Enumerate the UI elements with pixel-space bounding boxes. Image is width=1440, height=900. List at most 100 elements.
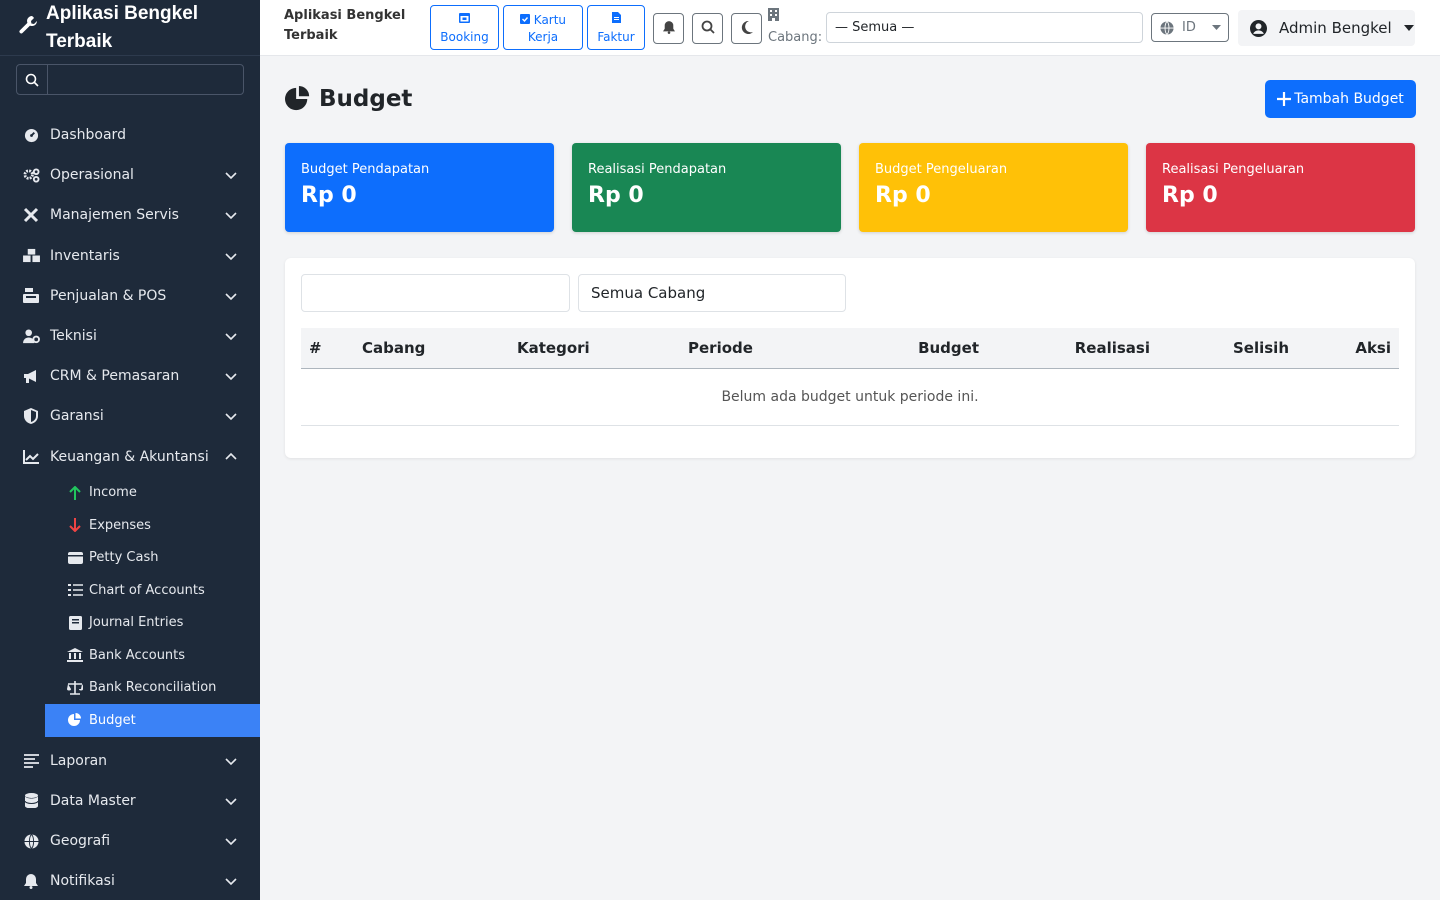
period-filter-input[interactable]: [301, 274, 570, 312]
arrow-down-icon: [67, 517, 83, 533]
language-value: ID: [1182, 20, 1196, 35]
sidebar-item-penjualan-pos[interactable]: Penjualan & POS: [0, 276, 260, 316]
sidebar-item-operasional[interactable]: Operasional: [0, 155, 260, 195]
column-header: Realisasi: [1074, 339, 1150, 357]
gears-icon: [22, 167, 40, 183]
moon-icon: [741, 19, 753, 38]
chevron-up-icon: [225, 452, 237, 460]
summary-card-budget-pengeluaran: Budget Pengeluaran Rp 0: [859, 143, 1128, 232]
chevron-down-icon: [225, 878, 237, 886]
sidebar-item-label: Penjualan & POS: [50, 287, 167, 304]
user-name: Admin Bengkel: [1279, 19, 1392, 37]
pie-chart-icon: [67, 712, 83, 728]
building-icon: [768, 8, 822, 28]
column-header: Kategori: [517, 339, 590, 357]
calendar-icon: [431, 10, 498, 28]
sidebar-subitem-journal-entries[interactable]: Journal Entries: [45, 607, 260, 640]
chevron-down-icon: [225, 253, 237, 260]
empty-state-message: Belum ada budget untuk periode ini.: [301, 369, 1399, 426]
bank-icon: [67, 647, 83, 663]
sidebar-item-label: Operasional: [50, 167, 134, 184]
sidebar-menu: Dashboard Operasional Manajemen Servis I…: [0, 115, 260, 900]
chevron-down-icon: [225, 758, 237, 765]
finance-submenu: Income Expenses Petty Cash Chart of Acco…: [0, 477, 260, 737]
sidebar-item-manajemen-servis[interactable]: Manajemen Servis: [0, 195, 260, 235]
shield-icon: [22, 408, 40, 425]
search-icon: [17, 65, 48, 94]
bell-icon: [662, 19, 675, 38]
column-header: Cabang: [362, 339, 426, 357]
sidebar-item-label: Keuangan & Akuntansi: [50, 448, 209, 465]
column-header: Aksi: [1355, 339, 1391, 357]
sidebar-search-input[interactable]: [48, 65, 243, 94]
language-select[interactable]: ID: [1151, 13, 1229, 42]
cabang-select[interactable]: — Semua —: [826, 12, 1143, 43]
list-check-icon: [67, 582, 83, 598]
summary-card-realisasi-pengeluaran: Realisasi Pengeluaran Rp 0: [1146, 143, 1415, 232]
cash-register-icon: [22, 288, 40, 304]
cabang-filter-select[interactable]: Semua Cabang: [578, 274, 846, 312]
sidebar-item-inventaris[interactable]: Inventaris: [0, 236, 260, 276]
card-label: Budget Pendapatan: [301, 162, 430, 177]
invoice-icon: [588, 10, 644, 28]
sidebar-item-label: Teknisi: [50, 328, 97, 345]
brand-title: Aplikasi Bengkel Terbaik: [46, 3, 199, 52]
column-header: Selisih: [1232, 339, 1289, 357]
clipboard-check-icon: [519, 13, 530, 27]
sidebar-subitem-bank-reconciliation[interactable]: Bank Reconciliation: [45, 672, 260, 705]
kartu-kerja-button[interactable]: Kartu Kerja: [503, 5, 583, 50]
sidebar-subitem-label: Bank Accounts: [89, 647, 186, 663]
sidebar-subitem-petty-cash[interactable]: Petty Cash: [45, 542, 260, 575]
sidebar-item-laporan[interactable]: Laporan: [0, 741, 260, 781]
column-header: #: [309, 339, 322, 357]
boxes-icon: [22, 248, 40, 264]
wrench-icon: [18, 15, 38, 39]
brand[interactable]: Aplikasi Bengkel Terbaik: [0, 0, 260, 56]
sidebar-item-notifikasi[interactable]: Notifikasi: [0, 861, 260, 900]
search-button[interactable]: [692, 13, 723, 44]
add-budget-button[interactable]: Tambah Budget: [1265, 80, 1416, 118]
add-budget-label: Tambah Budget: [1294, 91, 1404, 107]
sidebar-item-keuangan-akuntansi[interactable]: Keuangan & Akuntansi: [0, 437, 260, 477]
sidebar-subitem-bank-accounts[interactable]: Bank Accounts: [45, 639, 260, 672]
card-label: Budget Pengeluaran: [875, 162, 1008, 177]
sidebar-item-data-master[interactable]: Data Master: [0, 781, 260, 821]
sidebar-subitem-label: Petty Cash: [89, 550, 159, 566]
sidebar-subitem-budget[interactable]: Budget: [45, 704, 260, 737]
sidebar-item-dashboard[interactable]: Dashboard: [0, 115, 260, 155]
chevron-down-icon: [225, 373, 237, 381]
user-menu-button[interactable]: Admin Bengkel: [1238, 10, 1415, 46]
summary-card-realisasi-pendapatan: Realisasi Pendapatan Rp 0: [572, 143, 841, 232]
sidebar-item-crm-pemasaran[interactable]: CRM & Pemasaran: [0, 356, 260, 396]
sidebar-item-geografi[interactable]: Geografi: [0, 821, 260, 861]
sidebar-subitem-chart-of-accounts[interactable]: Chart of Accounts: [45, 574, 260, 607]
dark-mode-toggle[interactable]: [731, 13, 762, 44]
card-label: Realisasi Pendapatan: [588, 162, 727, 177]
sidebar-item-teknisi[interactable]: Teknisi: [0, 316, 260, 356]
bullhorn-icon: [22, 368, 40, 384]
sidebar-item-garansi[interactable]: Garansi: [0, 396, 260, 436]
chevron-down-icon: [225, 413, 237, 421]
sidebar-subitem-label: Journal Entries: [89, 615, 184, 631]
sidebar-subitem-label: Income: [89, 485, 137, 501]
faktur-button[interactable]: Faktur: [587, 5, 645, 50]
booking-button[interactable]: Booking: [430, 5, 499, 50]
sidebar-item-label: CRM & Pemasaran: [50, 368, 180, 385]
user-gear-icon: [22, 328, 40, 344]
table-header: # Cabang Kategori Periode Budget Realisa…: [301, 328, 1399, 369]
card-value: Rp 0: [1162, 183, 1218, 208]
chevron-down-icon: [225, 798, 237, 806]
sidebar-subitem-label: Expenses: [89, 517, 151, 533]
sidebar-subitem-income[interactable]: Income: [45, 477, 260, 510]
sidebar-subitem-label: Bank Reconciliation: [89, 680, 217, 696]
chevron-down-icon: [225, 172, 237, 180]
card-value: Rp 0: [875, 183, 931, 208]
notification-button[interactable]: [653, 13, 684, 44]
arrow-up-icon: [67, 485, 83, 501]
chevron-down-icon: [225, 838, 237, 846]
card-value: Rp 0: [301, 183, 357, 208]
sidebar-item-label: Dashboard: [50, 127, 126, 144]
sidebar-subitem-expenses[interactable]: Expenses: [45, 509, 260, 542]
tools-icon: [22, 207, 40, 223]
cabang-label: Cabang:: [768, 30, 823, 45]
